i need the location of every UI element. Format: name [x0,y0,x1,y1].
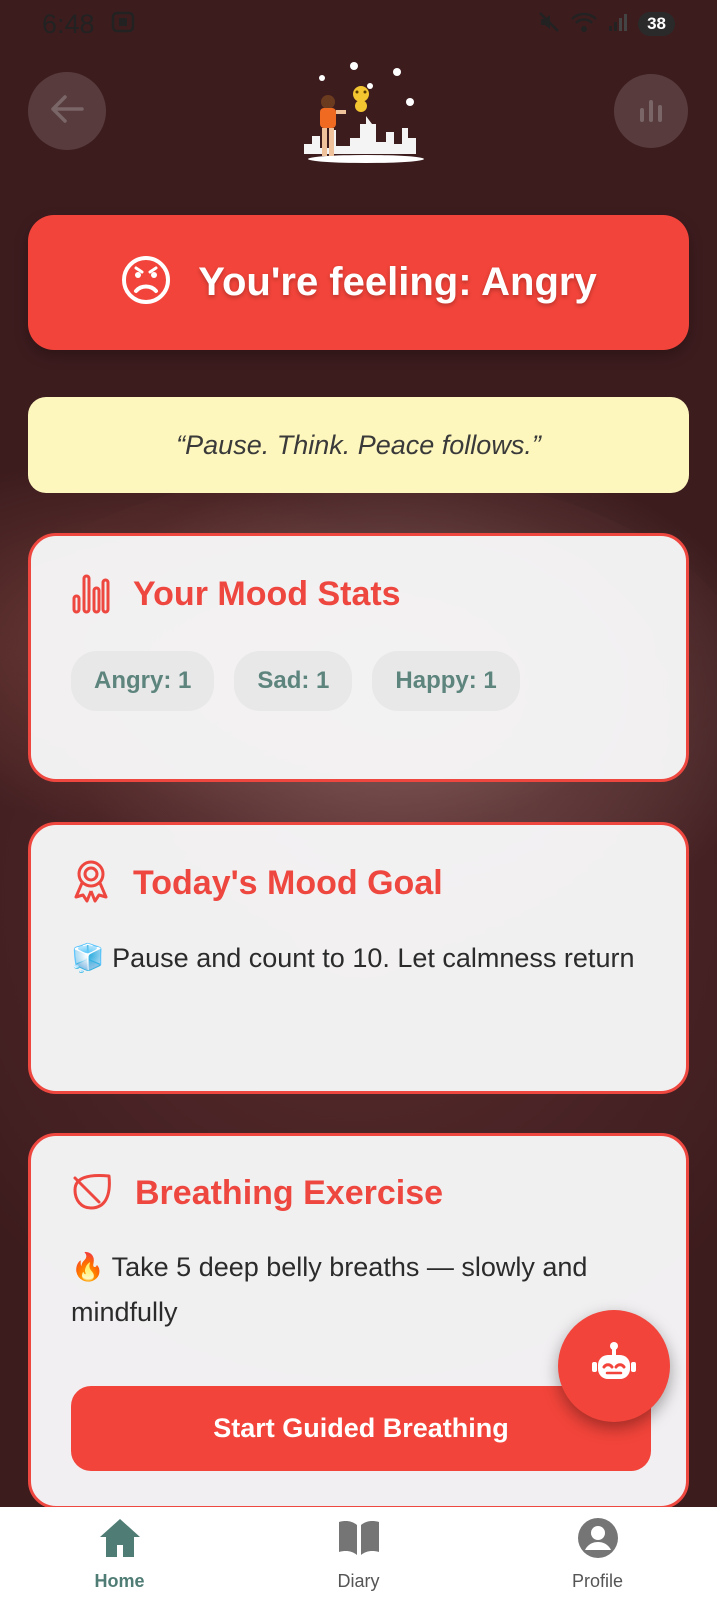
back-button[interactable] [28,72,106,150]
mood-goal-card: Today's Mood Goal 🧊 Pause and count to 1… [28,822,689,1094]
mood-stats-card: Your Mood Stats Angry: 1 Sad: 1 Happy: 1 [28,533,689,782]
arrow-left-icon [49,94,85,129]
award-icon [71,859,111,908]
nav-item-home[interactable]: Home [40,1516,200,1592]
stat-chip-sad: Sad: 1 [234,651,353,711]
breathing-text: 🔥 Take 5 deep belly breaths — slowly and… [71,1252,588,1327]
ice-cube-icon: 🧊 [71,943,105,974]
header-illustration [290,58,436,168]
status-bar: 6:48 38 [0,0,717,48]
angry-face-icon [120,254,172,311]
screenshot-icon [111,9,135,40]
status-time: 6:48 [42,8,95,39]
chatbot-fab-button[interactable] [558,1310,670,1422]
book-icon [336,1516,382,1565]
bar-chart-icon [71,570,111,619]
mood-stats-title: Your Mood Stats [133,575,401,613]
nav-label-profile: Profile [571,1570,624,1591]
mood-stats-chips: Angry: 1 Sad: 1 Happy: 1 [71,651,646,711]
bar-chart-icon [636,94,666,129]
nav-label-home: Home [94,1570,145,1591]
bottom-navigation: Home Diary Profile [0,1507,717,1600]
fire-icon: 🔥 [71,1252,105,1283]
home-icon [97,1516,143,1565]
mood-banner: You're feeling: Angry [28,215,689,350]
battery-indicator: 38 [638,12,675,36]
stat-chip-happy: Happy: 1 [372,651,520,711]
mood-text: You're feeling: Angry [198,260,597,304]
quote-text: “Pause. Think. Peace follows.” [176,429,541,460]
nav-label-diary: Diary [337,1570,380,1591]
nav-item-profile[interactable]: Profile [518,1516,678,1592]
mood-goal-title: Today's Mood Goal [133,864,443,902]
quote-box: “Pause. Think. Peace follows.” [28,397,689,493]
account-icon [576,1516,620,1565]
breathing-title: Breathing Exercise [135,1174,444,1212]
mute-icon [538,11,560,38]
nav-item-diary[interactable]: Diary [279,1516,439,1592]
mood-goal-text: 🧊 Pause and count to 10. Let calmness re… [71,943,635,974]
signal-icon [608,12,628,37]
start-guided-breathing-button[interactable]: Start Guided Breathing [71,1386,651,1471]
robot-icon [589,1339,639,1394]
wifi-icon [570,11,598,38]
leaf-icon [71,1170,113,1217]
stat-chip-angry: Angry: 1 [71,651,215,711]
stats-button[interactable] [614,74,688,148]
